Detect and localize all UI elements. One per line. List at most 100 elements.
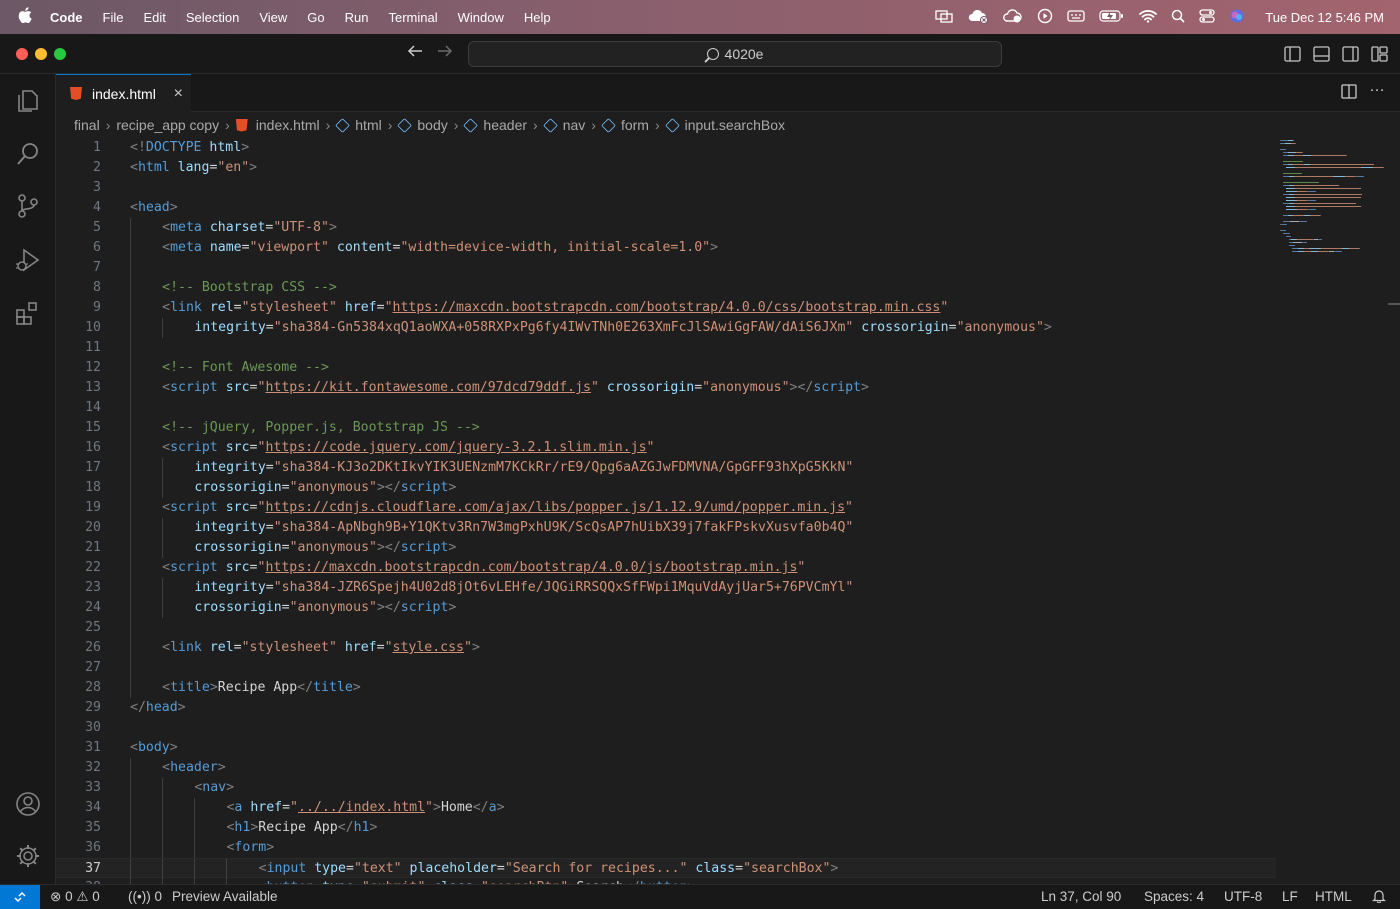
menu-app-name[interactable]: Code — [50, 10, 83, 25]
forward-arrow-icon[interactable] — [436, 43, 454, 64]
code-line[interactable]: 25 — [56, 618, 1276, 638]
apple-icon[interactable] — [18, 7, 34, 27]
code-line[interactable]: 8 <!-- Bootstrap CSS --> — [56, 278, 1276, 298]
language-mode[interactable]: HTML — [1315, 889, 1352, 904]
code-line[interactable]: 20 integrity="sha384-ApNbgh9B+Y1QKtv3Rn7W… — [56, 518, 1276, 538]
eol-setting[interactable]: LF — [1282, 889, 1298, 904]
indentation-setting[interactable]: Spaces: 4 — [1144, 889, 1204, 904]
code-line[interactable]: 16 <script src="https://code.jquery.com/j… — [56, 438, 1276, 458]
source-control-icon[interactable] — [14, 192, 42, 220]
menu-run[interactable]: Run — [345, 10, 369, 25]
search-icon[interactable] — [14, 140, 42, 168]
code-line[interactable]: 18 crossorigin="anonymous"></script> — [56, 478, 1276, 498]
encoding-setting[interactable]: UTF-8 — [1224, 889, 1262, 904]
ports-indicator[interactable]: ((•)) 0 — [128, 889, 162, 904]
run-and-debug-icon[interactable] — [14, 246, 42, 274]
code-line[interactable]: 26 <link rel="stylesheet" href="style.css… — [56, 638, 1276, 658]
code-line[interactable]: 1 <!DOCTYPE html> — [56, 138, 1276, 158]
manage-gear-icon[interactable] — [14, 842, 42, 870]
breadcrumb-item-body[interactable]: body — [397, 117, 448, 133]
play-icon[interactable] — [1037, 8, 1053, 27]
breadcrumb-item-folder[interactable]: recipe_app copy — [116, 117, 219, 133]
code-line[interactable]: 35 <h1>Recipe App</h1> — [56, 818, 1276, 838]
extensions-icon[interactable] — [14, 300, 42, 328]
code-line[interactable]: 27 — [56, 658, 1276, 678]
split-editor-icon[interactable] — [1341, 84, 1357, 104]
code-line[interactable]: 11 — [56, 338, 1276, 358]
keyboard-icon[interactable] — [1067, 9, 1085, 26]
menu-view[interactable]: View — [259, 10, 287, 25]
menu-file[interactable]: File — [103, 10, 124, 25]
back-arrow-icon[interactable] — [406, 43, 424, 64]
cloud-off-icon[interactable] — [967, 8, 989, 27]
explorer-icon[interactable] — [14, 86, 42, 114]
breadcrumb-item-nav[interactable]: nav — [542, 117, 585, 133]
code-line[interactable]: 5 <meta charset="UTF-8"> — [56, 218, 1276, 238]
menu-edit[interactable]: Edit — [143, 10, 165, 25]
wifi-icon[interactable] — [1139, 9, 1158, 26]
breadcrumb-item-header[interactable]: header — [463, 117, 527, 133]
breadcrumb-item-html[interactable]: html — [335, 117, 382, 133]
code-line[interactable]: 9 <link rel="stylesheet" href="https://ma… — [56, 298, 1276, 318]
menu-terminal[interactable]: Terminal — [389, 10, 438, 25]
spotlight-search-icon[interactable] — [1171, 9, 1185, 26]
menu-selection[interactable]: Selection — [186, 10, 239, 25]
code-line[interactable]: 6 <meta name="viewport" content="width=de… — [56, 238, 1276, 258]
menu-help[interactable]: Help — [524, 10, 551, 25]
code-line[interactable]: 22 <script src="https://maxcdn.bootstrapc… — [56, 558, 1276, 578]
notifications-bell-icon[interactable] — [1372, 889, 1386, 906]
accounts-icon[interactable] — [14, 790, 42, 818]
breadcrumb-item-file[interactable]: index.html — [235, 117, 320, 133]
menu-window[interactable]: Window — [458, 10, 504, 25]
window-zoom-button[interactable] — [54, 48, 66, 60]
code-line[interactable]: 14 — [56, 398, 1276, 418]
code-line[interactable]: 33 <nav> — [56, 778, 1276, 798]
breadcrumb-item-form[interactable]: form — [601, 117, 649, 133]
code-line[interactable]: 10 integrity="sha384-Gn5384xqQ1aoWXA+058R… — [56, 318, 1276, 338]
code-line[interactable]: 23 integrity="sha384-JZR6Spejh4U02d8jOt6v… — [56, 578, 1276, 598]
toggle-secondary-sidebar-icon[interactable] — [1342, 46, 1359, 67]
problems-indicator[interactable]: ⊗ 0 ⚠ 0 — [50, 889, 100, 905]
code-line[interactable]: 31 <body> — [56, 738, 1276, 758]
code-line[interactable]: 29 </head> — [56, 698, 1276, 718]
customize-layout-icon[interactable] — [1371, 46, 1388, 67]
code-line[interactable]: 2 <html lang="en"> — [56, 158, 1276, 178]
breadcrumb-item-final[interactable]: final — [74, 117, 100, 133]
code-line[interactable]: 15 <!-- jQuery, Popper.js, Bootstrap JS -… — [56, 418, 1276, 438]
battery-icon[interactable] — [1099, 9, 1125, 26]
code-line[interactable]: 3 — [56, 178, 1276, 198]
toggle-primary-sidebar-icon[interactable] — [1284, 46, 1301, 67]
remote-indicator-icon[interactable] — [0, 885, 40, 909]
code-line[interactable]: 19 <script src="https://cdnjs.cloudflare.… — [56, 498, 1276, 518]
control-center-icon[interactable] — [1199, 8, 1215, 26]
menu-go[interactable]: Go — [307, 10, 324, 25]
code-line[interactable]: 32 <header> — [56, 758, 1276, 778]
code-line[interactable]: 12 <!-- Font Awesome --> — [56, 358, 1276, 378]
code-line[interactable]: 34 <a href="../../index.html">Home</a> — [56, 798, 1276, 818]
code-line[interactable]: 17 integrity="sha384-KJ3o2DKtIkvYIK3UENzm… — [56, 458, 1276, 478]
toggle-panel-icon[interactable] — [1313, 46, 1330, 67]
code-line[interactable]: 37 <input type="text" placeholder="Search… — [56, 858, 1276, 879]
code-line[interactable]: 28 <title>Recipe App</title> — [56, 678, 1276, 698]
screen-mirror-icon[interactable] — [935, 9, 953, 26]
cloud-sync-icon[interactable] — [1003, 8, 1023, 27]
code-editor[interactable]: 1 <!DOCTYPE html> 2 <html lang="en"> 3 4 <head… — [56, 138, 1400, 884]
code-line[interactable]: 24 crossorigin="anonymous"></script> — [56, 598, 1276, 618]
code-line[interactable]: 36 <form> — [56, 838, 1276, 858]
code-line[interactable]: 21 crossorigin="anonymous"></script> — [56, 538, 1276, 558]
breadcrumb-item-input[interactable]: input.searchBox — [664, 117, 785, 133]
window-minimize-button[interactable] — [35, 48, 47, 60]
more-actions-icon[interactable]: … — [1369, 78, 1385, 96]
code-line[interactable]: 13 <script src="https://kit.fontawesome.c… — [56, 378, 1276, 398]
code-line[interactable]: 4 <head> — [56, 198, 1276, 218]
code-line[interactable]: 7 — [56, 258, 1276, 278]
tab-index-html[interactable]: index.html × — [56, 74, 191, 112]
menu-clock[interactable]: Tue Dec 12 5:46 PM — [1265, 10, 1384, 25]
siri-icon[interactable] — [1229, 8, 1245, 27]
preview-available-label[interactable]: Preview Available — [172, 889, 278, 904]
close-icon[interactable]: × — [174, 85, 183, 103]
command-center-search[interactable]: 4020e — [468, 41, 1002, 67]
minimap[interactable] — [1280, 138, 1386, 378]
cursor-position[interactable]: Ln 37, Col 90 — [1041, 889, 1121, 904]
editor-scrollbar[interactable] — [1388, 303, 1400, 305]
